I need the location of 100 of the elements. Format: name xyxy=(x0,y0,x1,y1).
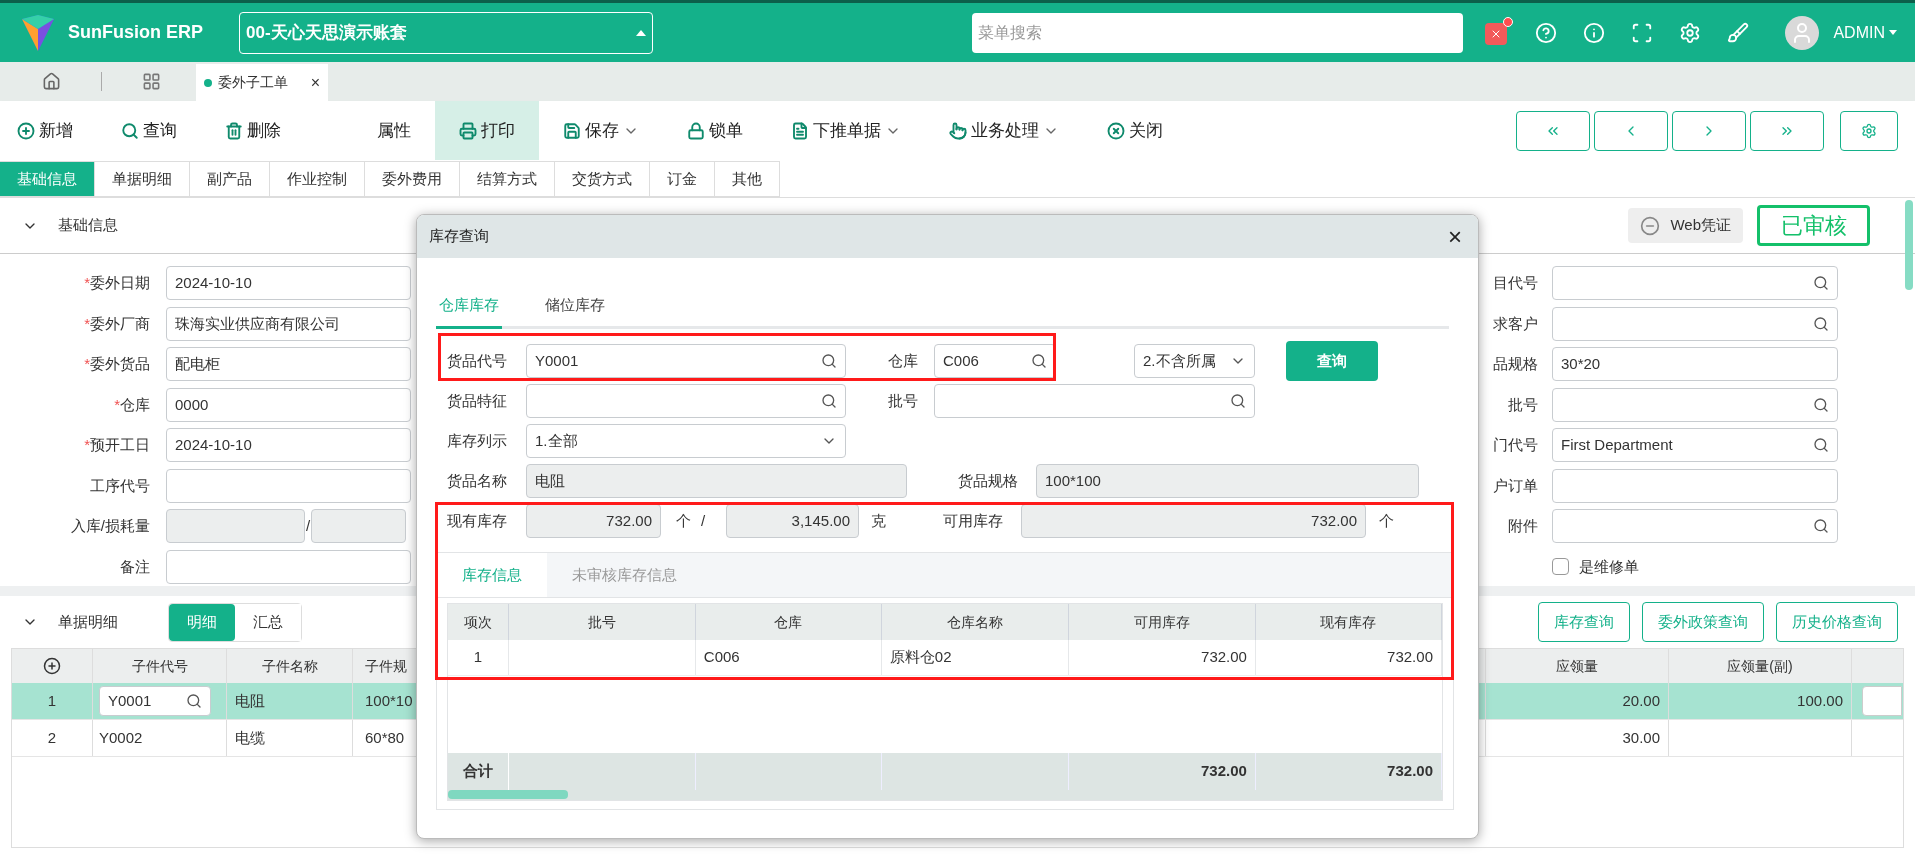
input-field[interactable]: Y0001 xyxy=(99,686,211,716)
field-label: 委外日期 xyxy=(90,273,150,293)
field-label: 库存列示 xyxy=(447,430,508,451)
select-field[interactable]: 2.不含所属 xyxy=(1134,344,1255,378)
toolbar-button[interactable]: 保存 xyxy=(539,101,663,160)
form-tab[interactable]: 副产品 xyxy=(189,161,270,197)
input-field[interactable] xyxy=(1552,509,1838,544)
dialog-tab[interactable]: 储位库存 xyxy=(542,285,608,329)
form-tab[interactable]: 委外费用 xyxy=(364,161,460,197)
input-field[interactable] xyxy=(166,468,411,503)
previous-button[interactable] xyxy=(1594,110,1668,151)
input-field[interactable]: 732.00 xyxy=(526,504,661,538)
separator-label: / xyxy=(701,510,707,531)
toolbar-button[interactable]: 下推单据 xyxy=(767,101,925,160)
first-page-button[interactable] xyxy=(1516,110,1590,151)
last-page-button[interactable] xyxy=(1750,110,1824,151)
input-field[interactable] xyxy=(1552,266,1838,301)
field-label: 户订单 xyxy=(1492,475,1538,496)
grid-icon[interactable] xyxy=(142,72,161,91)
menu-search-field[interactable]: 菜单搜索 xyxy=(972,12,1464,53)
form-tab[interactable]: 作业控制 xyxy=(269,161,365,197)
input-field[interactable]: 配电柜 xyxy=(166,347,411,382)
required-mark: * xyxy=(84,435,90,455)
search-icon xyxy=(1230,393,1246,409)
input-field[interactable] xyxy=(311,509,407,544)
form-tab[interactable]: 订金 xyxy=(649,161,715,197)
field-label: 品规格 xyxy=(1492,354,1538,374)
select-field[interactable]: 1.全部 xyxy=(526,424,846,458)
table-cell: 30.00 xyxy=(1486,720,1669,756)
field-label: 货品代号 xyxy=(447,350,508,371)
input-field[interactable] xyxy=(166,509,305,544)
section-toggle[interactable]: 基础信息 xyxy=(22,214,118,237)
separator-label: / xyxy=(305,516,312,536)
scrollbar-thumb[interactable] xyxy=(1905,200,1913,290)
input-field[interactable] xyxy=(1552,468,1838,503)
input-field[interactable] xyxy=(1552,306,1838,341)
page-tab[interactable]: 委外子工单 × xyxy=(196,64,328,101)
input-field[interactable]: 0000 xyxy=(166,387,411,422)
input-field[interactable]: C006 xyxy=(934,344,1056,378)
toolbar-button[interactable]: 锁单 xyxy=(663,101,767,160)
field-label: 批号 xyxy=(888,390,919,411)
add-row-icon[interactable] xyxy=(43,657,61,675)
next-button[interactable] xyxy=(1672,110,1746,151)
toolbar-button[interactable]: 新增 xyxy=(17,101,97,160)
input-field[interactable]: 电阻 xyxy=(526,464,907,498)
web-voucher-button[interactable]: Web凭证 xyxy=(1628,208,1743,243)
input-field[interactable] xyxy=(526,384,846,418)
toolbar-button[interactable]: 业务处理 xyxy=(925,101,1083,160)
field-label: 目代号 xyxy=(1492,273,1538,293)
column-header: 项次 xyxy=(448,604,509,640)
input-field[interactable] xyxy=(166,549,411,584)
input-field[interactable]: First Department xyxy=(1552,428,1838,463)
close-icon xyxy=(1107,121,1125,140)
tab-close[interactable]: × xyxy=(310,70,320,95)
close-button[interactable]: × xyxy=(1444,224,1466,249)
input-field[interactable] xyxy=(1552,387,1838,422)
input-field[interactable]: 2024-10-10 xyxy=(166,428,411,463)
scrollbar-thumb[interactable] xyxy=(448,790,568,799)
input-field[interactable]: 100*100 xyxy=(1036,464,1419,498)
avatar[interactable] xyxy=(1785,15,1820,50)
input-field[interactable] xyxy=(934,384,1255,418)
lock-icon xyxy=(687,121,705,140)
section-toggle[interactable]: 单据明细 xyxy=(22,610,118,634)
required-mark: * xyxy=(84,313,90,334)
form-tab[interactable]: 其他 xyxy=(714,161,780,197)
input-field[interactable]: 2024-10-10 xyxy=(166,266,411,301)
search-icon xyxy=(821,353,837,369)
checkbox[interactable] xyxy=(1552,558,1569,576)
toolbar-button[interactable]: 关闭 xyxy=(1083,101,1187,160)
caret-icon xyxy=(636,29,646,36)
input-field[interactable]: Y0001 xyxy=(526,344,846,378)
brand-name: SunFusion ERP xyxy=(68,21,203,44)
info-icon[interactable] xyxy=(1583,21,1606,44)
unit-label: 克 xyxy=(871,510,887,531)
input-field[interactable]: 30*20 xyxy=(1552,347,1838,382)
toolbar-button[interactable]: 删除 xyxy=(201,101,305,160)
settings-icon[interactable] xyxy=(1679,21,1702,44)
toolbar-button[interactable]: 打印 xyxy=(435,101,539,160)
form-tab[interactable]: 交货方式 xyxy=(554,161,650,197)
search-icon xyxy=(121,121,139,140)
home-icon[interactable] xyxy=(42,72,61,91)
field-label: 附件 xyxy=(1507,516,1538,536)
field-label: 委外货品 xyxy=(90,354,150,374)
input-field[interactable] xyxy=(1862,686,1902,716)
search-icon xyxy=(186,693,202,709)
fullscreen-icon[interactable] xyxy=(1631,21,1654,44)
toolbar-button[interactable]: 属性 xyxy=(305,101,435,160)
settings-button[interactable] xyxy=(1840,110,1898,151)
toolbar-button[interactable]: 查询 xyxy=(97,101,201,160)
form-tab[interactable]: 单据明细 xyxy=(94,161,190,197)
input-field[interactable]: 732.00 xyxy=(1021,504,1366,538)
table-cell: 732.00 xyxy=(1068,640,1256,675)
form-tab[interactable]: 结算方式 xyxy=(459,161,555,197)
search-icon xyxy=(1813,315,1829,332)
field-label: 工序代号 xyxy=(90,475,150,496)
field-label: 门代号 xyxy=(1492,435,1538,455)
help-icon[interactable] xyxy=(1535,21,1558,44)
tab-label: 委外子工单 xyxy=(218,73,288,92)
input-field[interactable]: 珠海实业供应商有限公司 xyxy=(166,306,411,341)
input-field[interactable]: 3,145.00 xyxy=(726,504,859,538)
